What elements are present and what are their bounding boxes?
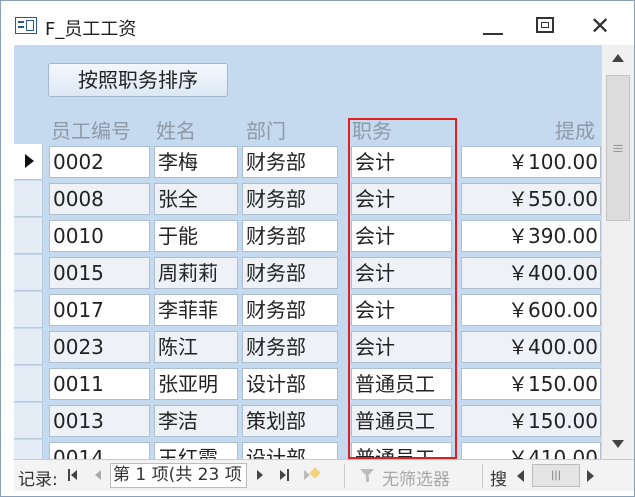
scroll-left-icon[interactable] [512,465,530,487]
form-body: 按照职务排序 员工编号 姓名 部门 职务 提成 0002 李梅 财务部 会计 ￥100.… [14,45,601,459]
bonus-field[interactable]: ￥410.00 [461,442,601,459]
current-record-icon [25,154,34,168]
minimize-icon[interactable] [481,13,507,39]
record-selector[interactable] [14,181,43,217]
record-label: 记录: [18,470,58,490]
department-field[interactable]: 财务部 [242,294,338,326]
bonus-field[interactable]: ￥150.00 [461,405,601,437]
column-header-employee-id: 员工编号 [51,119,131,143]
bonus-field[interactable]: ￥550.00 [461,183,601,215]
bonus-field[interactable]: ￥600.00 [461,294,601,326]
form-icon [15,17,37,34]
department-field[interactable]: 财务部 [242,183,338,215]
name-field[interactable]: 李梅 [154,146,238,178]
sort-by-title-button[interactable]: 按照职务排序 [48,63,228,97]
filter-icon[interactable] [359,468,377,484]
bonus-field[interactable]: ￥390.00 [461,220,601,252]
scroll-right-icon[interactable] [580,465,598,487]
employee-id-field[interactable]: 0002 [49,146,150,178]
name-field[interactable]: 于能 [154,220,238,252]
record-navigation-bar: 记录: 第 1 项(共 23 项 无筛选器 搜 ||| [14,459,634,491]
name-field[interactable]: 李菲菲 [154,294,238,326]
department-field[interactable]: 财务部 [242,146,338,178]
name-field[interactable]: 王红霞 [154,442,238,459]
department-field[interactable]: 财务部 [242,257,338,289]
department-field[interactable]: 策划部 [242,405,338,437]
nav-divider [344,464,345,488]
maximize-icon[interactable] [533,13,559,39]
scroll-thumb[interactable]: — — — [606,75,630,221]
name-field[interactable]: 李洁 [154,405,238,437]
bonus-field[interactable]: ￥400.00 [461,331,601,363]
employee-id-field[interactable]: 0013 [49,405,150,437]
form-window: F_员工工资 ✕ 按照职务排序 员工编号 姓名 部门 职务 提成 0002 李梅财… [0,0,635,497]
employee-id-field[interactable]: 0014 [49,442,150,459]
record-selector[interactable] [14,440,43,459]
employee-id-field[interactable]: 0010 [49,220,150,252]
department-field[interactable]: 设计部 [242,442,338,459]
column-header-department: 部门 [246,119,286,143]
bonus-field[interactable]: ￥100.00 [461,146,601,178]
record-selector[interactable] [14,218,43,254]
record-selector[interactable] [14,366,43,402]
current-record-field[interactable]: 第 1 项(共 23 项 [110,463,247,488]
nav-divider [482,464,483,488]
bonus-field[interactable]: ￥150.00 [461,368,601,400]
vertical-scrollbar[interactable]: — — — [601,45,634,459]
employee-id-field[interactable]: 0008 [49,183,150,215]
department-field[interactable]: 财务部 [242,331,338,363]
employee-id-field[interactable]: 0011 [49,368,150,400]
department-field[interactable]: 财务部 [242,220,338,252]
record-selector[interactable] [14,255,43,291]
bonus-field[interactable]: ￥400.00 [461,257,601,289]
last-record-icon[interactable] [278,467,292,483]
name-field[interactable]: 张亚明 [154,368,238,400]
department-field[interactable]: 设计部 [242,368,338,400]
employee-id-field[interactable]: 0017 [49,294,150,326]
column-header-bonus: 提成 [555,119,595,143]
title-column-highlight [348,118,457,459]
horizontal-scroll-thumb[interactable]: ||| [532,464,580,487]
record-selector[interactable] [14,329,43,365]
record-selector[interactable] [14,403,43,439]
record-selector[interactable] [14,144,43,180]
record-selector[interactable] [14,292,43,328]
scroll-down-icon[interactable] [602,429,634,459]
name-field[interactable]: 张全 [154,183,238,215]
name-field[interactable]: 周莉莉 [154,257,238,289]
employee-id-field[interactable]: 0023 [49,331,150,363]
search-field[interactable]: 搜 [490,465,507,490]
previous-record-icon[interactable] [92,467,104,483]
first-record-icon[interactable] [66,467,80,483]
window-title: F_员工工资 [45,19,137,40]
filter-status[interactable]: 无筛选器 [382,465,450,490]
next-record-icon[interactable] [254,467,266,483]
column-header-name: 姓名 [156,119,196,143]
scroll-up-icon[interactable] [602,45,634,75]
title-bar: F_员工工资 ✕ [1,1,634,45]
name-field[interactable]: 陈江 [154,331,238,363]
close-icon[interactable]: ✕ [587,13,613,39]
employee-id-field[interactable]: 0015 [49,257,150,289]
new-record-icon[interactable] [302,467,322,483]
